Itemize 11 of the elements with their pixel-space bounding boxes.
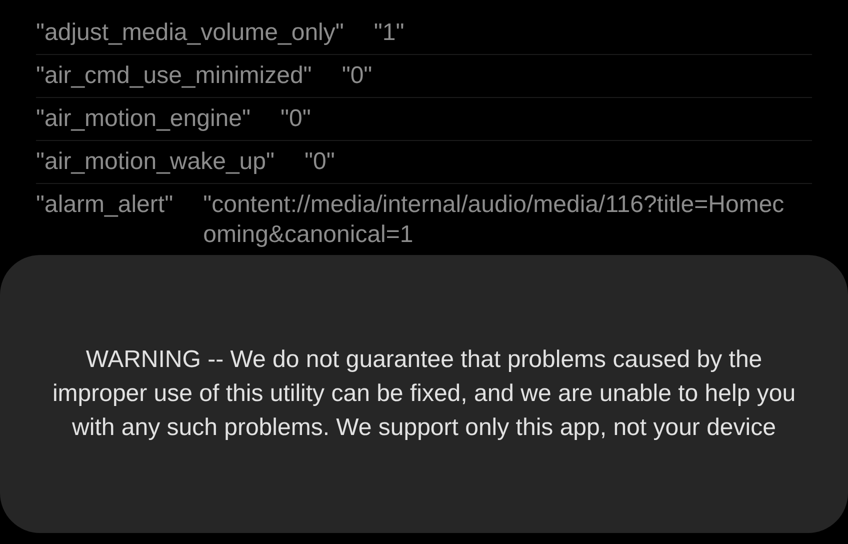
setting-value: "0": [304, 147, 336, 177]
setting-key: "air_motion_wake_up": [36, 147, 275, 177]
warning-message: WARNING -- We do not guarantee that problems caused by the improper use of this utility can be fixed, and we are unable to help you with any such problems. We support only this app, not your device: [51, 345, 797, 443]
setting-key: "adjust_media_volume_only": [36, 18, 344, 48]
setting-key: "air_cmd_use_minimized": [36, 61, 312, 91]
setting-value: "0": [342, 61, 374, 91]
setting-key: "alarm_alert": [36, 190, 174, 250]
setting-value: "1": [374, 18, 406, 48]
setting-value: "content://media/internal/audio/media/116?title=Homecoming&canonical=1: [203, 190, 786, 250]
setting-value: "0": [280, 104, 312, 134]
setting-key: "air_motion_engine": [36, 104, 251, 134]
